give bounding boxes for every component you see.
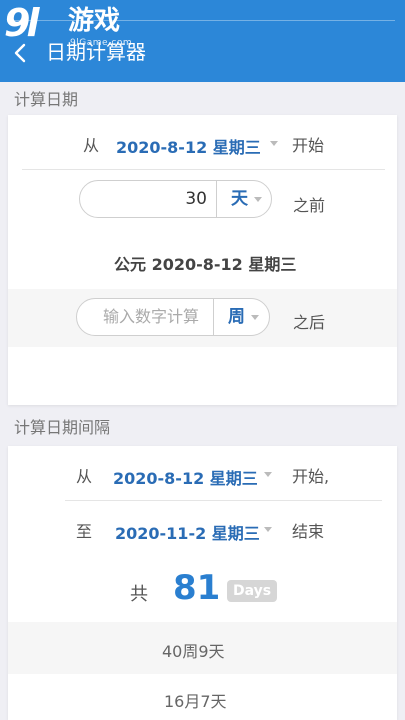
week-unit-label: 周 xyxy=(228,307,245,327)
start-date-row: 从 2020-8-12 星期三 开始 xyxy=(8,115,397,169)
interval-end-suffix: 结束 xyxy=(292,522,325,541)
interval-start-suffix: 开始, xyxy=(292,467,330,486)
total-days-row: 共 81 Days xyxy=(8,556,397,622)
weeks-days-text: 40周9天 xyxy=(162,642,225,661)
total-label: 共 xyxy=(130,584,148,605)
chevron-down-icon xyxy=(264,527,272,532)
days-unit-label: 天 xyxy=(231,189,248,209)
page-title: 日期计算器 xyxy=(46,40,146,64)
months-days-text: 16月7天 xyxy=(164,692,227,711)
weeks-stepper[interactable]: 输入数字计算 周 xyxy=(76,298,270,336)
result-row: 公元 2020-8-12 星期三 xyxy=(8,233,397,289)
interval-end-date-picker[interactable]: 2020-11-2 星期三 xyxy=(115,520,260,544)
chevron-down-icon xyxy=(254,197,262,202)
days-before-row: 30 天 之前 xyxy=(8,170,397,233)
interval-start-row: 从 2020-8-12 星期三 开始, xyxy=(8,446,397,500)
calc-interval-card: 从 2020-8-12 星期三 开始, 至 2020-11-2 星期三 结束 共… xyxy=(8,446,397,720)
interval-start-date-picker[interactable]: 2020-8-12 星期三 xyxy=(113,465,258,489)
chevron-left-icon xyxy=(14,43,26,63)
chevron-down-icon xyxy=(264,472,272,477)
days-badge: Days xyxy=(227,580,278,602)
start-suffix: 开始 xyxy=(292,136,325,155)
days-input[interactable]: 30 xyxy=(80,181,207,217)
week-unit-select[interactable]: 周 xyxy=(213,299,269,335)
result-date: 公元 2020-8-12 星期三 xyxy=(114,255,297,274)
interval-to-label: 至 xyxy=(76,522,93,541)
days-unit-select[interactable]: 天 xyxy=(216,181,271,217)
start-date-picker[interactable]: 2020-8-12 星期三 xyxy=(116,134,261,158)
before-label: 之前 xyxy=(293,196,326,215)
after-label: 之后 xyxy=(293,313,326,332)
number-input[interactable]: 输入数字计算 xyxy=(77,299,199,335)
from-label: 从 xyxy=(83,136,100,155)
weeks-after-row: 输入数字计算 周 之后 xyxy=(8,289,397,347)
weeks-days-row: 40周9天 xyxy=(8,622,397,674)
chevron-down-icon xyxy=(270,141,278,146)
app-header: 9l 游戏 9lGame.com 日期计算器 xyxy=(0,0,405,82)
section-label-calc-date: 计算日期 xyxy=(14,90,79,109)
section-label-calc-interval: 计算日期间隔 xyxy=(14,418,111,437)
total-days-value: 81 xyxy=(173,568,221,608)
calc-date-card: 从 2020-8-12 星期三 开始 30 天 之前 公元 2020-8-12 … xyxy=(8,115,397,405)
chevron-down-icon xyxy=(251,315,259,320)
days-stepper[interactable]: 30 天 xyxy=(79,180,272,218)
interval-from-label: 从 xyxy=(76,467,93,486)
interval-end-row: 至 2020-11-2 星期三 结束 xyxy=(8,501,397,555)
back-button[interactable] xyxy=(8,38,32,68)
months-days-row: 16月7天 xyxy=(8,674,397,720)
logo-text: 游戏 xyxy=(68,6,121,36)
